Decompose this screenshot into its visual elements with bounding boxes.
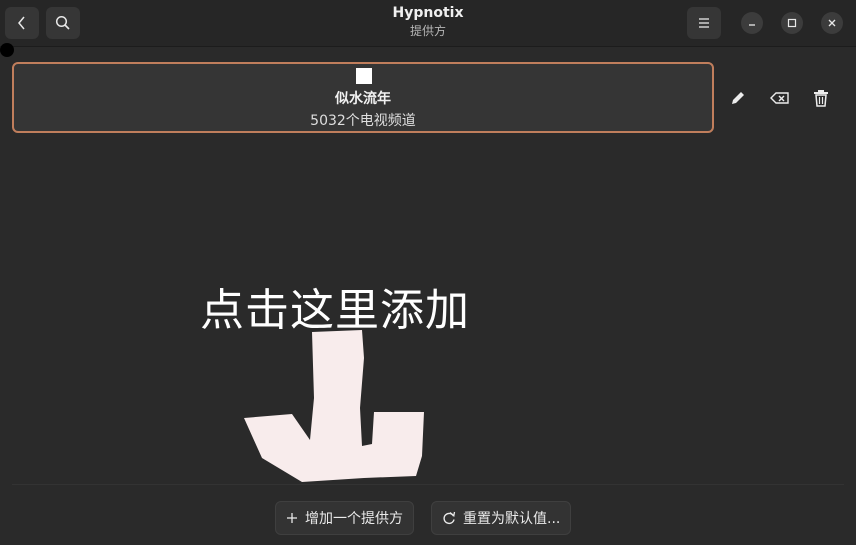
reset-label: 重置为默认值... <box>463 511 561 527</box>
provider-name: 似水流年 <box>335 91 391 107</box>
backspace-icon <box>770 92 789 104</box>
search-icon <box>55 15 70 30</box>
add-provider-button[interactable]: 增加一个提供方 <box>275 501 414 535</box>
title-block: Hypnotix 提供方 <box>0 5 856 40</box>
back-button[interactable] <box>5 7 39 39</box>
pencil-icon <box>732 92 744 104</box>
trash-icon <box>814 90 828 107</box>
search-button[interactable] <box>46 7 80 39</box>
down-arrow-icon <box>244 330 424 482</box>
provider-channel-count: 5032个电视频道 <box>310 113 416 129</box>
refresh-icon <box>443 511 456 525</box>
maximize-button[interactable] <box>781 12 803 34</box>
delete-provider-button[interactable] <box>808 85 834 111</box>
clear-provider-button[interactable] <box>767 85 793 111</box>
provider-card[interactable]: 似水流年 5032个电视频道 <box>12 62 714 133</box>
header-bar: Hypnotix 提供方 <box>0 0 856 47</box>
close-button[interactable] <box>821 12 843 34</box>
edit-provider-button[interactable] <box>725 85 751 111</box>
add-provider-label: 增加一个提供方 <box>305 511 403 527</box>
window-title: Hypnotix <box>392 5 464 21</box>
menu-button[interactable] <box>687 7 721 39</box>
plus-icon <box>287 513 297 523</box>
footer-separator <box>12 484 844 485</box>
minimize-icon <box>749 24 755 26</box>
chevron-left-icon <box>18 16 25 30</box>
maximize-icon <box>787 18 797 28</box>
hamburger-menu-icon <box>699 18 709 28</box>
window-subtitle: 提供方 <box>409 24 446 38</box>
provider-icon <box>356 68 372 84</box>
reset-to-default-button[interactable]: 重置为默认值... <box>431 501 572 535</box>
minimize-button[interactable] <box>741 12 763 34</box>
corner-marker <box>0 43 14 57</box>
close-icon <box>828 19 836 27</box>
